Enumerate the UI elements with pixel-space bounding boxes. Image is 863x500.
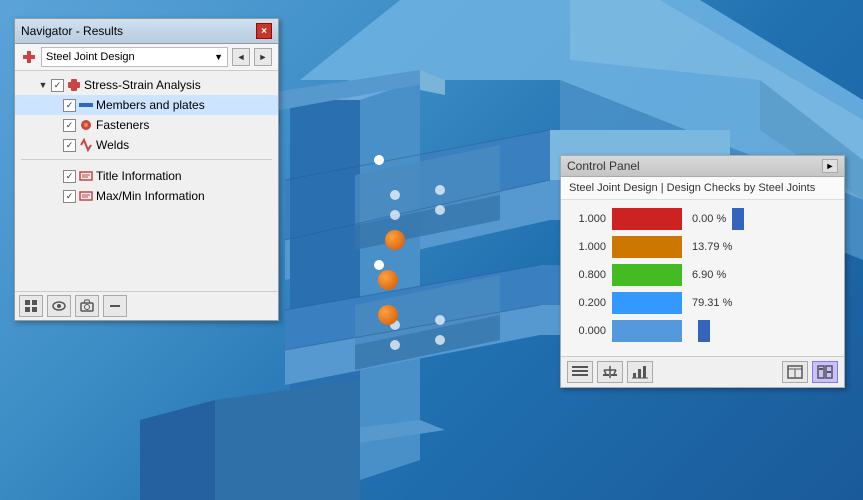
checkbox-fasteners[interactable] — [63, 119, 76, 132]
chart-bar-fill-2 — [612, 264, 682, 286]
members-plates-icon — [78, 97, 94, 113]
chart-row-1: 1.000 13.79 % — [571, 236, 834, 258]
fastener-sphere-2 — [378, 270, 398, 290]
navigator-close-button[interactable]: × — [256, 23, 272, 39]
footer-btn-grid[interactable] — [19, 295, 43, 317]
checkbox-stress-strain[interactable] — [51, 79, 64, 92]
navigator-title: Navigator - Results — [21, 24, 123, 38]
tree-item-maxmin-info[interactable]: Max/Min Information — [15, 186, 278, 206]
chart-mini-bar-4 — [698, 320, 710, 342]
chart-row-2: 0.800 6.90 % — [571, 264, 834, 286]
expand-icon-welds — [53, 139, 61, 151]
dropdown-label: Steel Joint Design — [46, 51, 135, 63]
expand-icon-title — [53, 170, 61, 182]
cp-footer-right — [782, 361, 838, 383]
chart-pct-0: 0.00 % — [692, 213, 726, 225]
steel-joint-icon — [21, 49, 37, 65]
tree-area: ▼ Stress-Strain Analysis Members and pla… — [15, 71, 278, 291]
cp-footer — [561, 356, 844, 387]
chart-bar-0 — [612, 208, 682, 230]
chart-row-0: 1.000 0.00 % — [571, 208, 834, 230]
chart-bar-fill-3 — [612, 292, 682, 314]
chart-row-3: 0.200 79.31 % — [571, 292, 834, 314]
tree-item-welds[interactable]: Welds — [15, 135, 278, 155]
cp-title: Control Panel — [567, 159, 640, 173]
cp-foot-btn-balance[interactable] — [597, 361, 623, 383]
navigator-footer — [15, 291, 278, 320]
navigator-titlebar: Navigator - Results × — [15, 19, 278, 44]
chart-row-4: 0.000 — [571, 320, 834, 342]
welds-label: Welds — [96, 138, 129, 152]
chart-label-3: 0.200 — [571, 297, 606, 309]
chart-pct-2: 6.90 % — [692, 269, 726, 281]
tree-item-fasteners[interactable]: Fasteners — [15, 115, 278, 135]
chart-bar-4 — [612, 320, 682, 342]
cp-header-text: Steel Joint Design | Design Checks by St… — [561, 177, 844, 200]
chart-label-4: 0.000 — [571, 325, 606, 337]
bottom-items: Title Information Max/Min Information — [15, 164, 278, 208]
title-info-label: Title Information — [96, 169, 182, 183]
expand-icon-members — [53, 99, 61, 111]
title-info-icon — [78, 168, 94, 184]
chart-label-2: 0.800 — [571, 269, 606, 281]
navigator-toolbar: Steel Joint Design ▼ ◄ ► — [15, 44, 278, 71]
cp-titlebar: Control Panel ► — [561, 156, 844, 177]
cp-footer-left — [567, 361, 653, 383]
checkbox-maxmin-info[interactable] — [63, 190, 76, 203]
fastener-sphere-1 — [385, 230, 405, 250]
expand-icon-stress-strain: ▼ — [37, 79, 49, 91]
control-panel: Control Panel ► Steel Joint Design | Des… — [560, 155, 845, 388]
expand-icon-fasteners — [53, 119, 61, 131]
tree-separator — [21, 159, 272, 160]
checkbox-members-plates[interactable] — [63, 99, 76, 112]
checkbox-welds[interactable] — [63, 139, 76, 152]
fasteners-icon — [78, 117, 94, 133]
navigator-panel: Navigator - Results × Steel Joint Design… — [14, 18, 279, 321]
chart-bar-fill-1 — [612, 236, 682, 258]
maxmin-info-label: Max/Min Information — [96, 189, 205, 203]
dropdown-arrow: ▼ — [214, 52, 223, 62]
chart-pct-1: 13.79 % — [692, 241, 732, 253]
members-plates-label: Members and plates — [96, 98, 205, 112]
stress-strain-label: Stress-Strain Analysis — [84, 78, 201, 92]
checkbox-title-info[interactable] — [63, 170, 76, 183]
footer-btn-eye[interactable] — [47, 295, 71, 317]
footer-btn-camera[interactable] — [75, 295, 99, 317]
white-dot-2 — [374, 260, 384, 270]
cp-foot-btn-list[interactable] — [567, 361, 593, 383]
tree-item-stress-strain[interactable]: ▼ Stress-Strain Analysis — [15, 75, 278, 95]
chart-bar-fill-4 — [612, 320, 682, 342]
fasteners-label: Fasteners — [96, 118, 149, 132]
footer-btn-line[interactable] — [103, 295, 127, 317]
stress-strain-icon — [66, 77, 82, 93]
fastener-sphere-3 — [378, 305, 398, 325]
expand-icon-maxmin — [53, 190, 61, 202]
cp-chart-content: 1.000 0.00 % 1.000 13.79 % 0.800 6.90 % — [561, 200, 844, 356]
white-dot-1 — [374, 155, 384, 165]
chart-label-0: 1.000 — [571, 213, 606, 225]
chart-pct-3: 79.31 % — [692, 297, 732, 309]
welds-icon — [78, 137, 94, 153]
tree-item-members-plates[interactable]: Members and plates — [15, 95, 278, 115]
chart-bar-1 — [612, 236, 682, 258]
chart-bar-3 — [612, 292, 682, 314]
tree-item-title-info[interactable]: Title Information — [15, 166, 278, 186]
nav-forward-button[interactable]: ► — [254, 48, 272, 66]
cp-foot-btn-chart[interactable] — [627, 361, 653, 383]
chart-bar-2 — [612, 264, 682, 286]
cp-foot-btn-window[interactable] — [782, 361, 808, 383]
maxmin-info-icon — [78, 188, 94, 204]
chart-label-1: 1.000 — [571, 241, 606, 253]
chart-bar-fill-0 — [612, 208, 682, 230]
design-type-dropdown[interactable]: Steel Joint Design ▼ — [41, 47, 228, 67]
nav-back-button[interactable]: ◄ — [232, 48, 250, 66]
cp-expand-button[interactable]: ► — [822, 159, 838, 173]
cp-foot-btn-settings[interactable] — [812, 361, 838, 383]
chart-mini-bar-0 — [732, 208, 744, 230]
